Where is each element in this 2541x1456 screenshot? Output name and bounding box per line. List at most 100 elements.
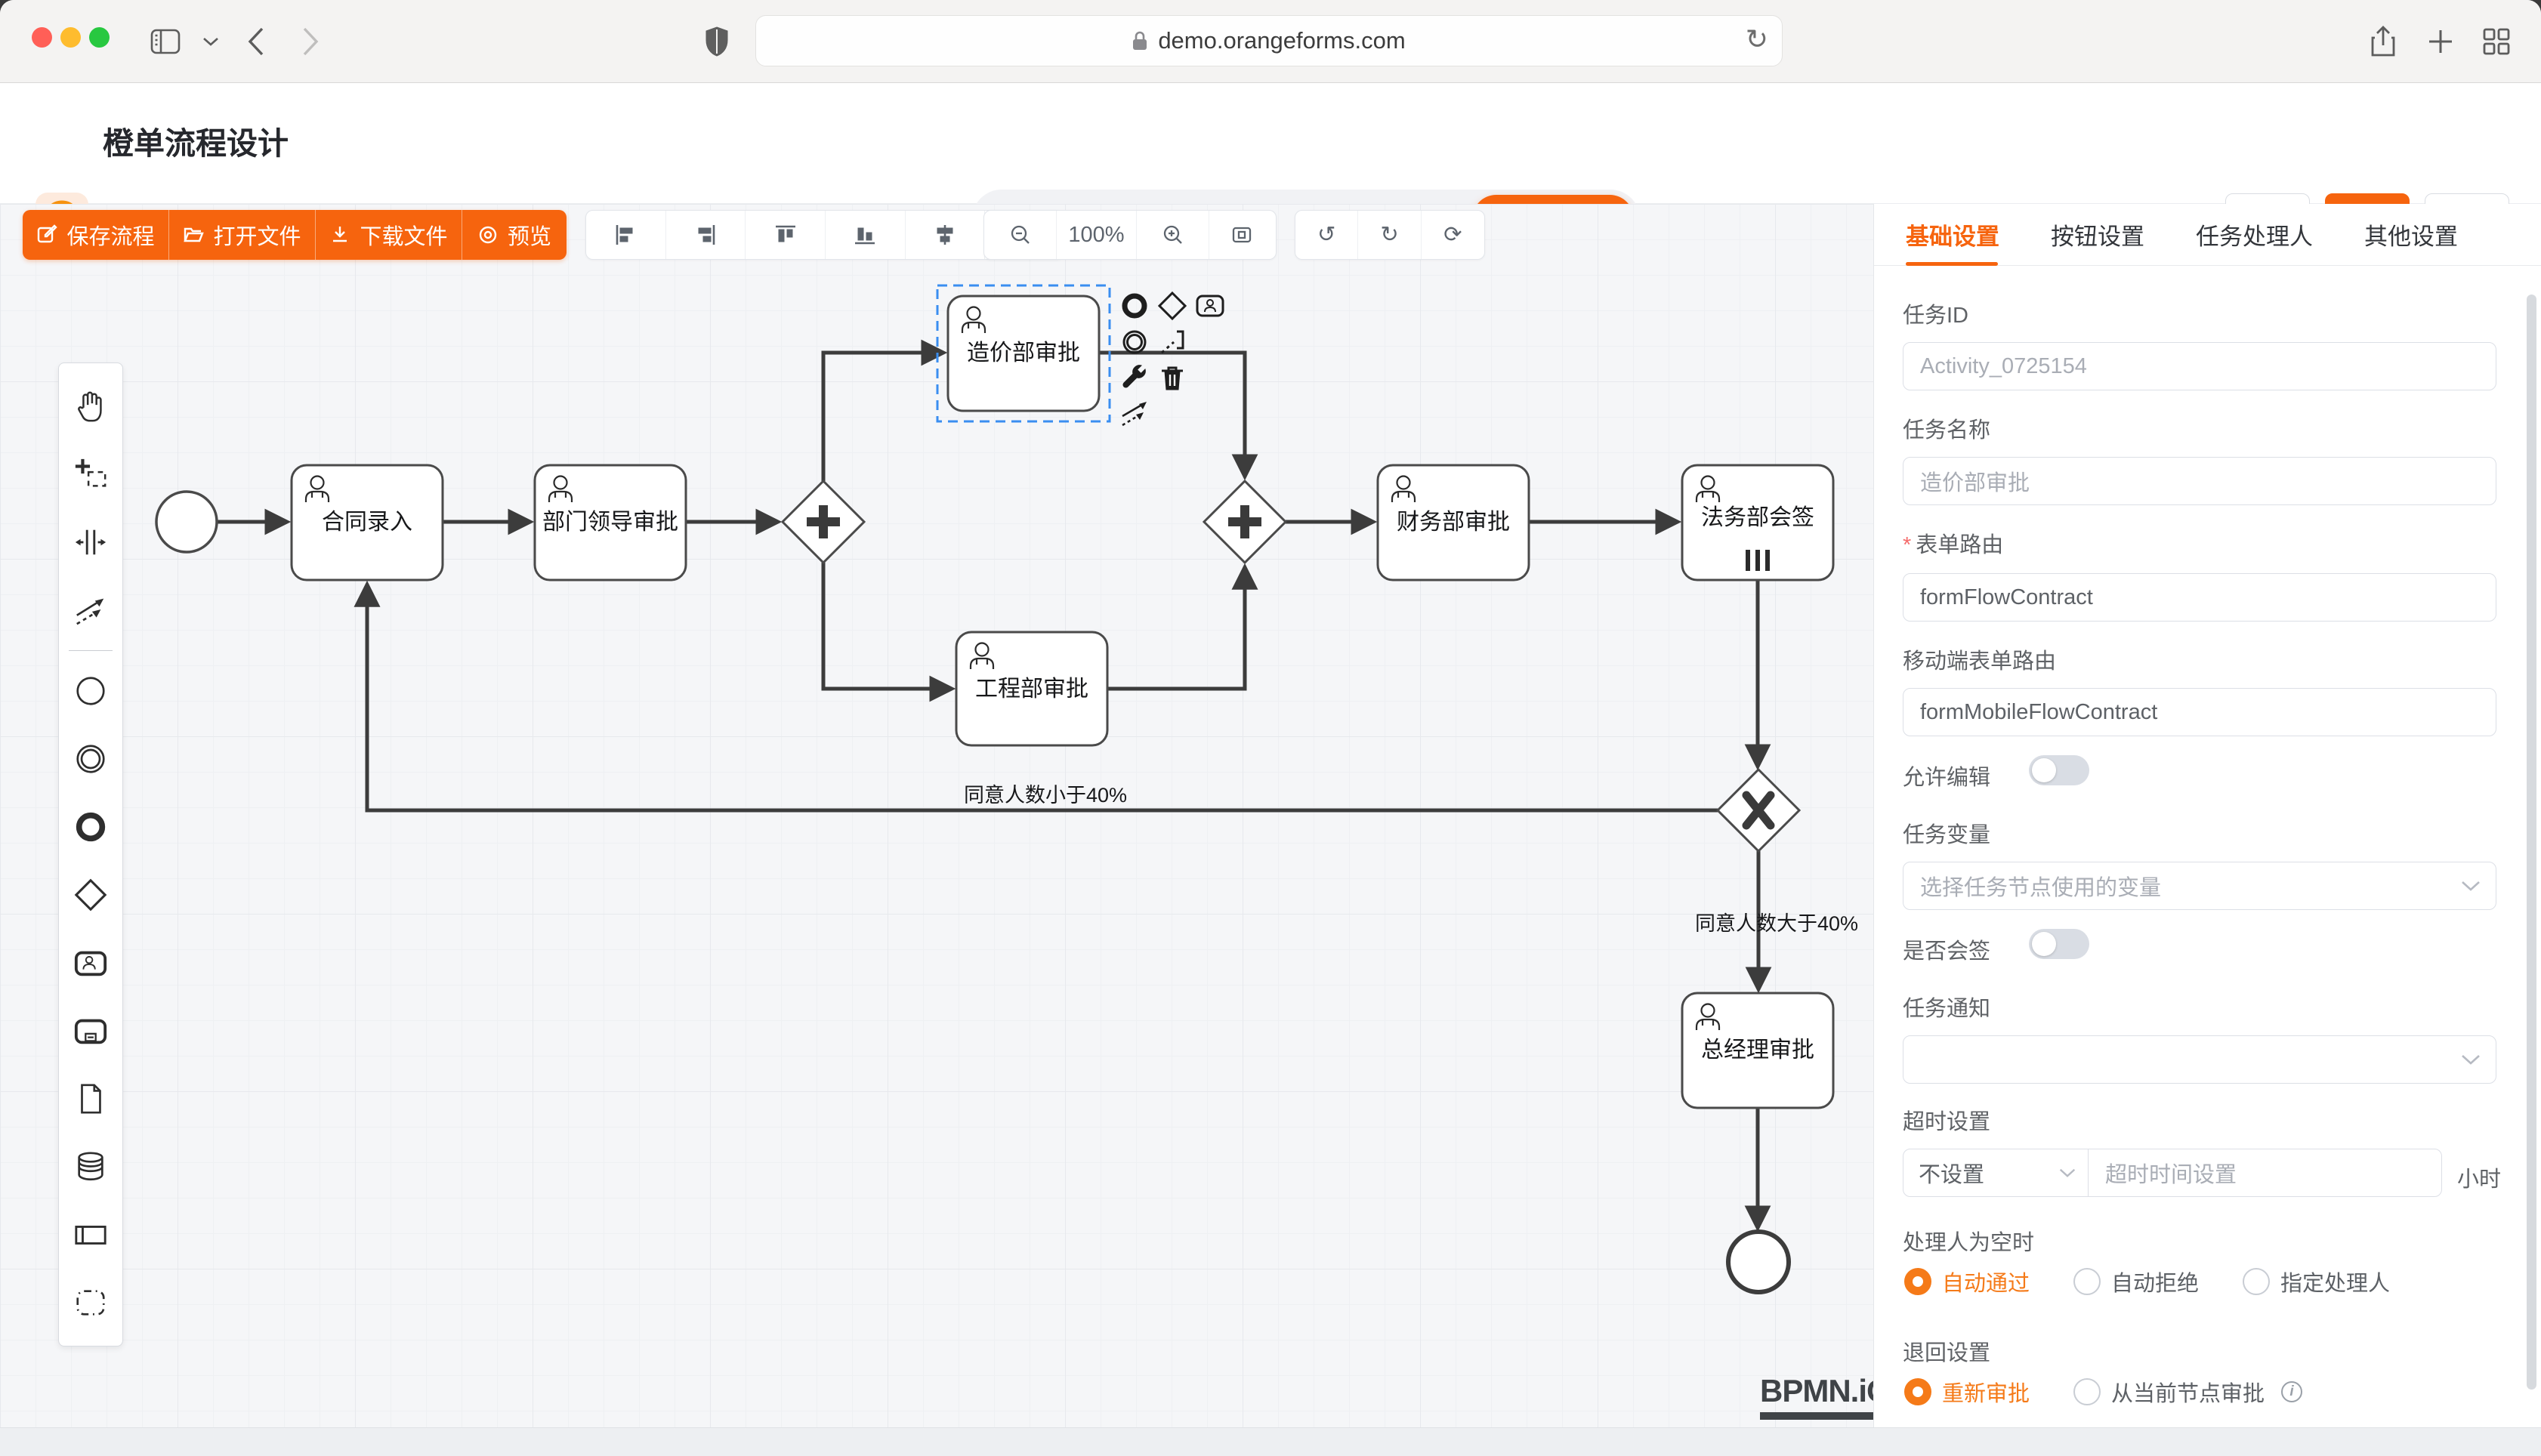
address-bar[interactable]: demo.orangeforms.com ↻ [755,15,1783,66]
align-right-button[interactable] [666,211,746,259]
minimize-window-button[interactable] [60,27,81,48]
save-flow-button[interactable]: 保存流程 [23,210,169,260]
redo-button[interactable]: ↻ [1358,211,1421,259]
task-node-general-manager[interactable]: 总经理审批 [1682,993,1833,1108]
lasso-tool[interactable] [58,440,123,508]
start-event[interactable] [156,492,217,552]
append-text-annotation-icon[interactable] [1154,325,1190,359]
close-window-button[interactable] [32,27,52,48]
task-variable-label: 任务变量 [1903,817,1990,849]
tab-task-assignee[interactable]: 任务处理人 [2196,217,2313,251]
bpmn-io-watermark[interactable]: BPMN.iO [1760,1373,1891,1420]
form-route-input[interactable] [1903,573,2496,622]
zoom-in-button[interactable] [1137,211,1209,259]
back-button[interactable] [236,21,276,62]
align-top-button[interactable] [746,211,826,259]
task-variable-select[interactable]: 选择任务节点使用的变量 [1903,862,2496,910]
radio-auto-reject[interactable]: 自动拒绝 [2073,1266,2199,1297]
browser-window: demo.orangeforms.com ↻ 橙单流程设计 基础信息 流程变量 [0,0,2541,1456]
append-user-task-icon[interactable] [1192,288,1228,323]
reject-setting-label: 退回设置 [1903,1335,1990,1367]
countersign-toggle[interactable] [2029,929,2089,959]
form-route-label: *表单路由 [1903,527,2003,559]
sequence-flow[interactable] [823,563,952,689]
svg-text:部门领导审批: 部门领导审批 [542,510,678,535]
sidebar-chevron-icon[interactable] [190,21,231,62]
append-gateway-icon[interactable] [1154,288,1190,323]
open-file-button[interactable]: 打开文件 [169,210,316,260]
parallel-gateway-join[interactable] [1204,481,1286,563]
append-end-event-icon[interactable] [1116,288,1153,323]
create-group-tool[interactable] [58,1269,123,1337]
append-intermediate-event-icon[interactable] [1116,325,1153,359]
align-bottom-button[interactable] [826,211,906,259]
space-tool[interactable] [58,508,123,576]
bpmn-canvas[interactable]: 同意人数小于40% 同意人数大于40% 合同录入 部门领导审批 [0,204,1873,1427]
reset-button[interactable]: ⟳ [1422,211,1484,259]
end-event[interactable] [1728,1232,1789,1292]
global-connect-tool[interactable] [58,576,123,644]
timeout-value-input[interactable]: 超时时间设置 [2089,1149,2441,1196]
panel-scrollbar[interactable] [2527,295,2536,1390]
create-data-object-tool[interactable] [58,1065,123,1133]
fit-viewport-button[interactable] [1209,211,1274,259]
reload-icon[interactable]: ↻ [1746,23,1768,55]
download-file-button[interactable]: 下载文件 [316,210,462,260]
create-gateway-tool[interactable] [58,861,123,929]
change-type-wrench-icon[interactable] [1116,361,1153,396]
edge-label-lt40[interactable]: 同意人数小于40% [964,784,1127,807]
connect-tool-icon[interactable] [1116,397,1153,432]
task-node-engineering-dept[interactable]: 工程部审批 [956,632,1107,745]
create-user-task-tool[interactable] [58,929,123,997]
task-node-finance-dept[interactable]: 财务部审批 [1378,465,1529,580]
privacy-shield-icon[interactable] [696,21,737,62]
create-intermediate-event-tool[interactable] [58,725,123,793]
delete-trash-icon[interactable] [1154,361,1190,396]
tab-other-settings[interactable]: 其他设置 [2364,217,2458,251]
task-node-legal-dept-countersign[interactable]: 法务部会签 [1682,465,1833,580]
timeout-mode-select[interactable]: 不设置 [1903,1149,2089,1196]
tab-overview-icon[interactable] [2476,21,2517,62]
tab-button-settings[interactable]: 按钮设置 [2051,217,2144,251]
allow-edit-label: 允许编辑 [1903,760,1990,791]
sequence-flow[interactable] [823,353,943,481]
edge-label-gt40[interactable]: 同意人数大于40% [1695,912,1858,935]
bpmn-palette [58,362,123,1346]
new-tab-icon[interactable] [2420,21,2461,62]
task-node-dept-leader[interactable]: 部门领导审批 [535,465,686,580]
properties-panel: 基础设置 按钮设置 任务处理人 其他设置 任务ID 任务名称 *表单路由 移动端… [1873,204,2541,1427]
task-node-contract-entry[interactable]: 合同录入 [292,465,443,580]
align-center-horizontal-button[interactable] [906,211,986,259]
create-subprocess-tool[interactable] [58,997,123,1065]
create-pool-tool[interactable] [58,1201,123,1269]
allow-edit-toggle[interactable] [2029,755,2089,785]
radio-assign-handler[interactable]: 指定处理人 [2243,1266,2390,1297]
sequence-flow[interactable] [1107,567,1245,689]
sidebar-toggle-icon[interactable] [145,21,186,62]
tab-basic-settings[interactable]: 基础设置 [1906,217,1999,251]
zoom-window-button[interactable] [89,27,110,48]
create-start-event-tool[interactable] [58,657,123,725]
undo-button[interactable]: ↺ [1295,211,1358,259]
radio-restart-approval[interactable]: 重新审批 [1904,1376,2030,1408]
app-header: 橙单流程设计 基础信息 流程变量 流程状态 流程设计 切换 保存 返回 [0,83,2541,204]
countersign-label: 是否会签 [1903,933,1990,965]
radio-from-current-node[interactable]: 从当前节点审批i [2073,1376,2302,1408]
create-end-event-tool[interactable] [58,793,123,861]
exclusive-gateway[interactable] [1718,770,1799,851]
share-icon[interactable] [2363,21,2404,62]
parallel-gateway-split[interactable] [783,481,864,563]
task-node-cost-dept-selected[interactable]: 造价部审批 [937,285,1110,421]
task-name-input[interactable] [1903,457,2496,505]
preview-button[interactable]: 预览 [462,210,567,260]
align-left-button[interactable] [586,211,666,259]
mobile-form-route-input[interactable] [1903,688,2496,736]
hand-tool[interactable] [58,372,123,440]
radio-auto-approve[interactable]: 自动通过 [1904,1266,2030,1297]
forward-button[interactable] [290,21,331,62]
zoom-out-button[interactable] [984,211,1057,259]
task-notify-select[interactable] [1903,1035,2496,1084]
task-id-input[interactable] [1903,342,2496,390]
info-icon[interactable]: i [2281,1381,2302,1402]
create-data-store-tool[interactable] [58,1133,123,1201]
